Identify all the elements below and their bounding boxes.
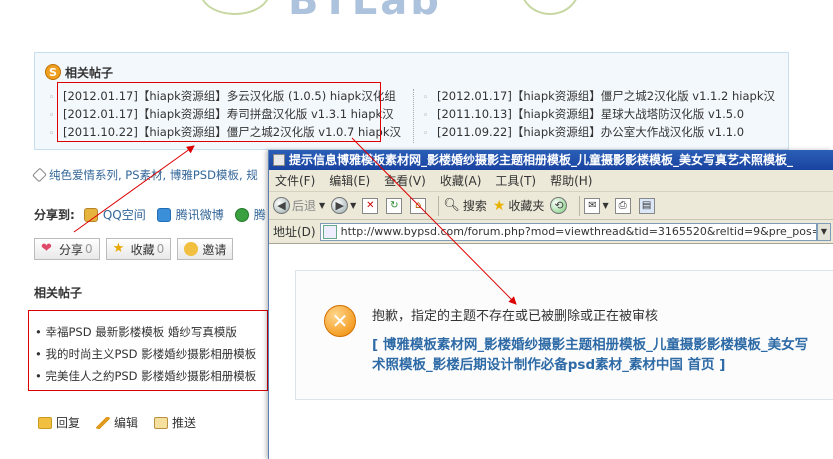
page-icon [322,224,337,239]
edit-button[interactable]: 编辑 [96,414,138,431]
stop-button[interactable]: ✕ [362,197,380,214]
menu-favorites[interactable]: 收藏(A) [440,172,482,189]
toolbar-separator [579,195,581,216]
column-divider [413,89,414,143]
chevron-down-icon: ▼ [602,201,609,210]
related-threads-title: 相关帖子 [65,65,114,80]
chevron-down-icon: ▼ [350,201,357,210]
push-icon [154,416,169,429]
related-post-link[interactable]: • 我的时尚主义PSD 影楼婚纱摄影相册模板 [35,343,267,365]
related-threads-right-list: ◦ [2012.01.17]【hiapk资源组】僵尸之城2汉化版 v1.1.2 h… [423,87,775,141]
qzone-icon [83,207,98,222]
favorite-button[interactable]: ★ 收藏 0 [105,238,172,260]
tag-line: 纯色爱情系列, PS素材, 博雅PSD模板, 规 [32,167,258,183]
browser-popup-window: 提示信息博雅模板素材网_影楼婚纱摄影主题相册模板_儿童摄影影楼模板_美女写真艺术… [268,150,833,459]
annotation-highlight-top [57,82,381,142]
window-title-bar[interactable]: 提示信息博雅模板素材网_影楼婚纱摄影主题相册模板_儿童摄影影楼模板_美女写真艺术… [269,150,833,170]
favorites-button[interactable]: ★ 收藏夹 [493,197,545,214]
forward-button[interactable]: ▶ ▼ [331,197,356,214]
refresh-icon: ↻ [386,197,403,214]
mail-icon: ✉ [584,197,601,214]
menu-edit[interactable]: 编辑(E) [329,172,370,189]
home-icon: ⌂ [410,197,427,214]
address-dropdown-button[interactable]: ▼ [817,222,831,241]
related-posts-box: • 幸福PSD 最新影楼模板 婚纱写真模版 • 我的时尚主义PSD 影楼婚纱摄影… [28,310,268,391]
reply-icon [38,416,52,429]
home-link[interactable]: [ 博雅模板素材网_影楼婚纱摄影主题相册模板_儿童摄影影楼模板_美女写 术照模板… [372,335,833,375]
menu-view[interactable]: 查看(V) [384,172,426,189]
forward-arrow-icon: ▶ [331,197,349,214]
s-logo-icon: S [45,64,61,80]
print-button[interactable]: ⎙ [614,197,633,214]
related-post-link[interactable]: • 幸福PSD 最新影楼模板 婚纱写真模版 [35,321,267,343]
tencent-weibo-icon [156,207,171,222]
related-posts-title: 相关帖子 [34,286,83,300]
post-button-row: ❤ 分享 0 ★ 收藏 0 邀请 [34,238,234,260]
url-input[interactable]: http://www.bypsd.com/forum.php?mod=viewt… [319,222,817,241]
share-label: 分享到: [34,208,75,222]
share-button[interactable]: ❤ 分享 0 [34,238,100,260]
related-post-link[interactable]: • 完美佳人之約PSD 影楼婚纱摄影相册模板 [35,365,267,387]
address-bar: 地址(D) http://www.bypsd.com/forum.php?mod… [269,220,833,244]
window-title: 提示信息博雅模板素材网_影楼婚纱摄影主题相册模板_儿童摄影影楼模板_美女写真艺术… [289,153,794,167]
mail-button[interactable]: ✉ ▼ [584,197,609,214]
tag-icon [32,167,47,183]
share-row: 分享到: QQ空间 腾讯微博 腾 [34,206,272,223]
search-button[interactable]: 🔍︎ 搜索 [443,197,487,214]
history-icon: ⟲ [550,197,568,214]
back-arrow-icon: ◀ [273,197,290,214]
related-thread-link[interactable]: ◦ [2011.09.22]【hiapk资源组】办公室大作战汉化版 v1.1.0 [423,123,775,141]
history-button[interactable]: ⟲ [550,197,569,214]
star-icon: ★ [112,241,125,256]
menu-help[interactable]: 帮助(H) [550,172,592,189]
logo-swirl-left [200,0,270,15]
related-thread-link[interactable]: ◦ [2011.10.13]【hiapk资源组】星球大战塔防汉化版 v1.5.0 [423,105,775,123]
chevron-down-icon: ▼ [319,201,326,210]
error-icon: ✕ [324,305,356,337]
related-thread-link[interactable]: ◦ [2012.01.17]【hiapk资源组】僵尸之城2汉化版 v1.1.2 h… [423,87,775,105]
home-button[interactable]: ⌂ [410,197,428,214]
logo-text: BTLab [288,0,442,22]
star-icon: ★ [492,197,506,214]
error-message-box: ✕ 抱歉，指定的主题不存在或已被删除或正在被审核 [ 博雅模板素材网_影楼婚纱摄… [295,270,833,400]
share-qzone-link[interactable]: QQ空间 [103,206,146,223]
post-action-row: 回复 编辑 推送 [38,414,196,431]
pencil-icon [96,416,111,429]
address-label: 地址(D) [273,225,316,239]
error-message: 抱歉，指定的主题不存在或已被删除或正在被审核 [372,309,659,324]
menu-bar: 文件(F) 编辑(E) 查看(V) 收藏(A) 工具(T) 帮助(H) [269,170,833,192]
invite-button[interactable]: 邀请 [177,238,234,260]
menu-tools[interactable]: 工具(T) [495,172,536,189]
heart-icon: ❤ [41,241,52,256]
browser-toolbar: ◀ 后退 ▼ ▶ ▼ ✕ ↻ ⌂ 🔍︎ 搜索 ★ 收藏夹 ⟲ ✉ ▼ ⎙ ▤ [269,192,833,220]
push-button[interactable]: 推送 [154,414,196,431]
bullet-icon: ◦ [423,129,429,139]
stop-icon: ✕ [362,197,379,214]
search-icon: 🔍︎ [443,198,460,213]
logo-swirl-right [520,0,580,15]
print-icon: ⎙ [614,197,631,214]
window-icon [273,154,285,166]
reply-button[interactable]: 回复 [38,414,80,431]
edit-page-button[interactable]: ▤ [638,197,657,214]
menu-file[interactable]: 文件(F) [275,172,315,189]
back-button[interactable]: ◀ 后退 ▼ [273,197,325,214]
invite-icon [184,242,199,256]
share-tencent-weibo-link[interactable]: 腾讯微博 [176,206,224,223]
edit-page-icon: ▤ [638,197,655,214]
clover-icon [234,207,249,222]
toolbar-separator [438,195,440,216]
share-more-link[interactable]: 腾 [254,206,266,223]
related-threads-header: S 相关帖子 [45,63,113,81]
refresh-button[interactable]: ↻ [386,197,404,214]
site-logo: BTLab [180,0,600,22]
